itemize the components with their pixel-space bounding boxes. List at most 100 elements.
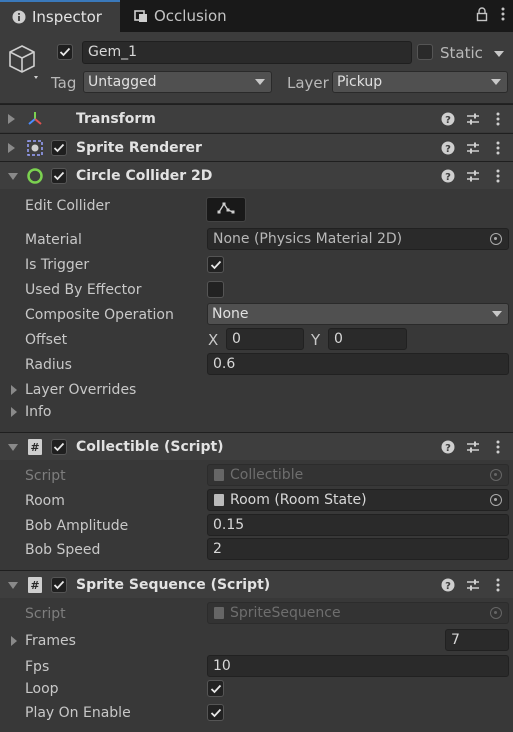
component-transform[interactable]: Transform ? (0, 104, 513, 132)
component-enabled-checkbox[interactable] (51, 439, 67, 455)
script-file-icon (214, 469, 224, 481)
script-file-icon (214, 494, 224, 506)
chevron-down-icon (255, 79, 265, 85)
layer-value: Pickup (337, 74, 383, 90)
info-fold-icon[interactable] (11, 407, 17, 417)
fold-arrow-icon[interactable] (8, 114, 15, 124)
tab-bar: Inspector Occlusion (0, 0, 513, 32)
script-icon: # (26, 576, 44, 594)
script-icon: # (26, 438, 44, 456)
svg-text:?: ? (445, 172, 451, 183)
composite-operation-dropdown[interactable]: None (207, 303, 509, 325)
static-dropdown-arrow-icon[interactable] (494, 51, 504, 57)
occlusion-icon (134, 9, 148, 23)
more-options-icon[interactable] (491, 440, 505, 454)
preset-icon[interactable] (466, 112, 480, 126)
fold-arrow-icon[interactable] (8, 582, 18, 589)
help-icon[interactable]: ? (441, 141, 455, 155)
component-sprite-renderer[interactable]: Sprite Renderer ? (0, 133, 513, 161)
svg-text:?: ? (445, 443, 451, 454)
frames-label[interactable]: Frames (25, 632, 76, 650)
offset-y-label: Y (311, 331, 321, 349)
component-enabled-checkbox[interactable] (51, 577, 67, 593)
preset-icon[interactable] (466, 141, 480, 155)
more-options-icon[interactable] (491, 578, 505, 592)
radius-input[interactable]: 0.6 (207, 353, 509, 375)
frames-count-input[interactable]: 7 (445, 629, 509, 651)
play-on-enable-label: Play On Enable (25, 705, 131, 721)
help-icon[interactable]: ? (441, 578, 455, 592)
component-title: Sprite Renderer (76, 140, 202, 156)
static-label: Static (440, 44, 483, 62)
help-icon[interactable]: ? (441, 112, 455, 126)
loop-checkbox[interactable] (207, 680, 224, 697)
tab-inspector[interactable]: Inspector (0, 0, 120, 32)
component-collectible-script[interactable]: # Collectible (Script) ? (0, 432, 513, 460)
edit-collider-label: Edit Collider (25, 198, 110, 214)
static-checkbox[interactable] (417, 44, 433, 60)
layer-overrides-fold-icon[interactable] (11, 385, 17, 395)
info-label[interactable]: Info (25, 403, 52, 421)
layer-dropdown[interactable]: Pickup (332, 71, 508, 93)
gameobject-cube-icon[interactable] (8, 42, 42, 82)
layer-overrides-label[interactable]: Layer Overrides (25, 381, 136, 399)
transform-icon (26, 110, 44, 128)
preset-icon[interactable] (466, 440, 480, 454)
bob-speed-label: Bob Speed (25, 542, 101, 558)
lock-icon[interactable] (475, 6, 489, 26)
more-options-icon[interactable] (491, 169, 505, 183)
preset-icon[interactable] (466, 578, 480, 592)
bob-amplitude-label: Bob Amplitude (25, 518, 129, 534)
offset-x-input[interactable]: 0 (226, 328, 304, 350)
component-sprite-sequence-script[interactable]: # Sprite Sequence (Script) ? (0, 570, 513, 598)
bob-amplitude-input[interactable]: 0.15 (207, 514, 509, 536)
tab-occlusion[interactable]: Occlusion (122, 0, 252, 32)
object-picker-icon (490, 469, 502, 481)
room-value: Room (Room State) (230, 492, 367, 508)
play-on-enable-checkbox[interactable] (207, 704, 224, 721)
fps-input[interactable]: 10 (207, 655, 509, 677)
component-enabled-checkbox[interactable] (51, 140, 67, 156)
more-options-icon[interactable] (501, 7, 505, 25)
fold-arrow-icon[interactable] (8, 444, 18, 451)
help-icon[interactable]: ? (441, 440, 455, 454)
loop-label: Loop (25, 681, 59, 697)
material-value: None (Physics Material 2D) (213, 231, 403, 247)
fps-label: Fps (25, 659, 50, 675)
more-options-icon[interactable] (491, 112, 505, 126)
more-options-icon[interactable] (491, 141, 505, 155)
active-checkbox[interactable] (57, 44, 73, 60)
tag-dropdown[interactable]: Untagged (83, 71, 272, 93)
used-by-effector-label: Used By Effector (25, 282, 142, 298)
sprite-sequence-script-field: SpriteSequence (207, 602, 509, 624)
layer-label: Layer (287, 74, 329, 92)
object-picker-icon[interactable] (490, 233, 502, 245)
radius-label: Radius (25, 357, 72, 373)
script-file-icon (214, 607, 224, 619)
room-label: Room (25, 493, 65, 509)
fold-arrow-icon[interactable] (8, 143, 15, 153)
bob-speed-input[interactable]: 2 (207, 538, 509, 560)
room-field[interactable]: Room (Room State) (207, 489, 509, 511)
component-enabled-checkbox[interactable] (51, 168, 67, 184)
offset-y-input[interactable]: 0 (328, 328, 407, 350)
tab-occlusion-label: Occlusion (154, 7, 227, 25)
gameobject-name-input[interactable]: Gem_1 (82, 41, 412, 64)
help-icon[interactable]: ? (441, 169, 455, 183)
sprite-renderer-icon (26, 139, 44, 157)
preset-icon[interactable] (466, 169, 480, 183)
used-by-effector-checkbox[interactable] (207, 281, 224, 298)
edit-shape-icon (216, 201, 236, 219)
frames-fold-icon[interactable] (11, 636, 17, 646)
is-trigger-checkbox[interactable] (207, 256, 224, 273)
fold-arrow-icon[interactable] (8, 173, 18, 180)
chevron-down-icon (491, 79, 501, 85)
material-field[interactable]: None (Physics Material 2D) (207, 228, 509, 250)
component-circle-collider-2d[interactable]: Circle Collider 2D ? (0, 161, 513, 189)
object-picker-icon[interactable] (490, 494, 502, 506)
info-icon (12, 10, 26, 24)
gameobject-header: Gem_1 Static Tag Untagged Layer Pickup (0, 32, 513, 104)
collectible-script-value: Collectible (230, 467, 304, 483)
edit-collider-button[interactable] (206, 197, 246, 222)
svg-text:#: # (30, 441, 39, 454)
